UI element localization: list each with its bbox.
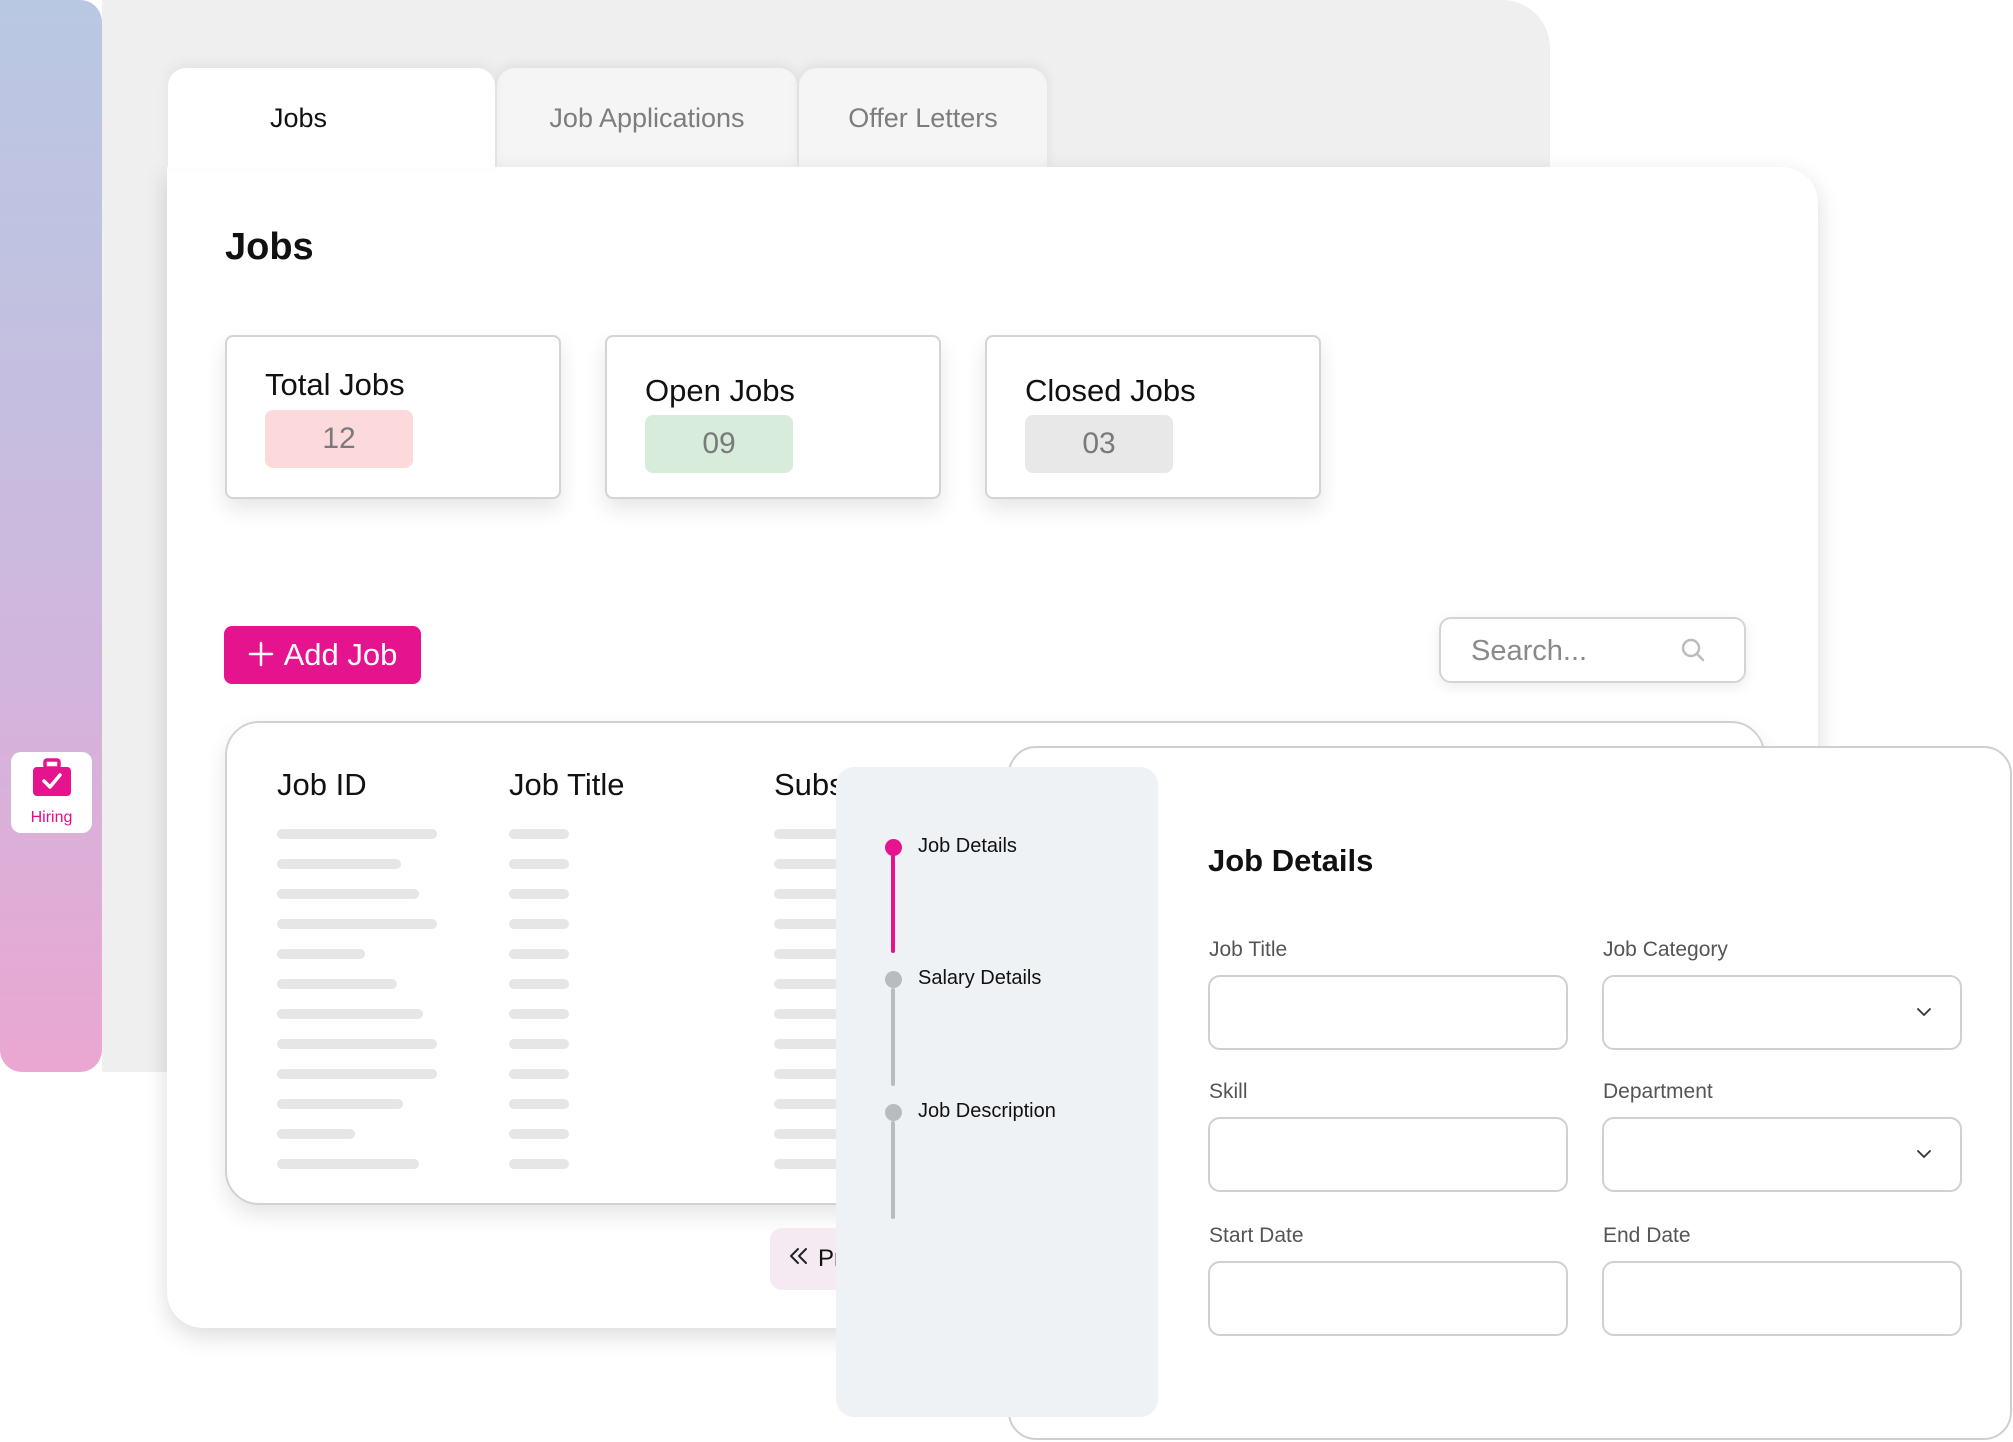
table-cell-placeholder: [509, 979, 569, 989]
step-indicator-icon: [885, 971, 902, 988]
table-cell-placeholder: [509, 1039, 569, 1049]
step-label: Salary Details: [918, 967, 1042, 989]
stat-label: Open Jobs: [645, 373, 795, 408]
column-header-job-id[interactable]: Job ID: [277, 767, 367, 803]
plus-icon: [248, 637, 274, 673]
tab-jobs[interactable]: Jobs: [168, 68, 495, 168]
tab-label: Job Applications: [549, 102, 745, 133]
form-title: Job Details: [1208, 843, 1374, 878]
chevron-down-icon: [1916, 1147, 1932, 1165]
table-cell-placeholder: [509, 1159, 569, 1169]
chevron-down-icon: [1916, 1005, 1932, 1023]
skill-field[interactable]: [1208, 1117, 1568, 1192]
table-cell-placeholder: [509, 949, 569, 959]
stat-value-badge: 12: [265, 410, 413, 468]
field-label-end-date: End Date: [1603, 1224, 1691, 1247]
step-connector: [891, 1121, 895, 1219]
stat-card-closed-jobs: Closed Jobs 03: [985, 335, 1321, 499]
table-cell-placeholder: [509, 829, 569, 839]
field-label-skill: Skill: [1209, 1080, 1248, 1103]
add-job-label: Add Job: [283, 637, 398, 672]
search-box: [1439, 617, 1746, 683]
page-title: Jobs: [225, 226, 314, 268]
table-cell-placeholder: [509, 859, 569, 869]
briefcase-check-icon: [31, 758, 73, 803]
step-label: Job Details: [918, 835, 1017, 857]
column-header-subs[interactable]: Subs: [774, 767, 845, 803]
table-cell-placeholder: [509, 1129, 569, 1139]
start-date-field[interactable]: [1208, 1261, 1568, 1336]
sidebar: Hiring: [0, 0, 102, 1072]
table-cell-placeholder: [277, 1159, 419, 1169]
table-cell-placeholder: [277, 1009, 423, 1019]
column-header-job-title[interactable]: Job Title: [509, 767, 624, 803]
table-cell-placeholder: [277, 949, 365, 959]
add-job-button[interactable]: Add Job: [224, 626, 421, 684]
step-indicator-active-icon: [885, 839, 902, 856]
tab-label: Offer Letters: [848, 102, 998, 133]
stat-label: Closed Jobs: [1025, 373, 1196, 408]
sidebar-item-label: Hiring: [30, 809, 73, 826]
search-icon[interactable]: [1680, 637, 1706, 668]
step-indicator-icon: [885, 1104, 902, 1121]
table-cell-placeholder: [277, 1129, 355, 1139]
stat-card-total-jobs: Total Jobs 12: [225, 335, 561, 499]
field-label-job-category: Job Category: [1603, 938, 1728, 961]
stat-card-open-jobs: Open Jobs 09: [605, 335, 941, 499]
table-cell-placeholder: [277, 859, 401, 869]
search-input[interactable]: [1471, 633, 1671, 669]
double-chevron-left-icon: [788, 1245, 810, 1273]
step-connector-active: [891, 855, 895, 953]
tab-job-applications[interactable]: Job Applications: [497, 68, 797, 168]
table-cell-placeholder: [509, 1009, 569, 1019]
job-category-select[interactable]: [1602, 975, 1962, 1050]
table-cell-placeholder: [277, 1099, 403, 1109]
sidebar-item-hiring[interactable]: Hiring: [11, 752, 92, 833]
table-cell-placeholder: [277, 1069, 437, 1079]
job-title-input[interactable]: [1210, 977, 1566, 1048]
start-date-input[interactable]: [1210, 1263, 1566, 1334]
table-cell-placeholder: [509, 1069, 569, 1079]
stat-label: Total Jobs: [265, 367, 405, 402]
table-cell-placeholder: [509, 1099, 569, 1109]
table-cell-placeholder: [277, 829, 437, 839]
table-cell-placeholder: [509, 919, 569, 929]
end-date-field[interactable]: [1602, 1261, 1962, 1336]
tab-offer-letters[interactable]: Offer Letters: [799, 68, 1047, 168]
table-cell-placeholder: [277, 889, 419, 899]
table-cell-placeholder: [277, 1039, 437, 1049]
skill-input[interactable]: [1210, 1119, 1566, 1190]
table-cell-placeholder: [509, 889, 569, 899]
table-cell-placeholder: [277, 979, 397, 989]
step-label: Job Description: [918, 1100, 1056, 1122]
stat-value-badge: 09: [645, 415, 793, 473]
department-select[interactable]: [1602, 1117, 1962, 1192]
form-stepper: Job Details Salary Details Job Descripti…: [836, 767, 1158, 1417]
job-title-field[interactable]: [1208, 975, 1568, 1050]
field-label-job-title: Job Title: [1209, 938, 1288, 961]
tab-label: Jobs: [270, 102, 328, 133]
end-date-input[interactable]: [1604, 1263, 1960, 1334]
step-connector: [891, 988, 895, 1086]
field-label-department: Department: [1603, 1080, 1713, 1103]
stat-value-badge: 03: [1025, 415, 1173, 473]
field-label-start-date: Start Date: [1209, 1224, 1304, 1247]
table-cell-placeholder: [277, 919, 437, 929]
